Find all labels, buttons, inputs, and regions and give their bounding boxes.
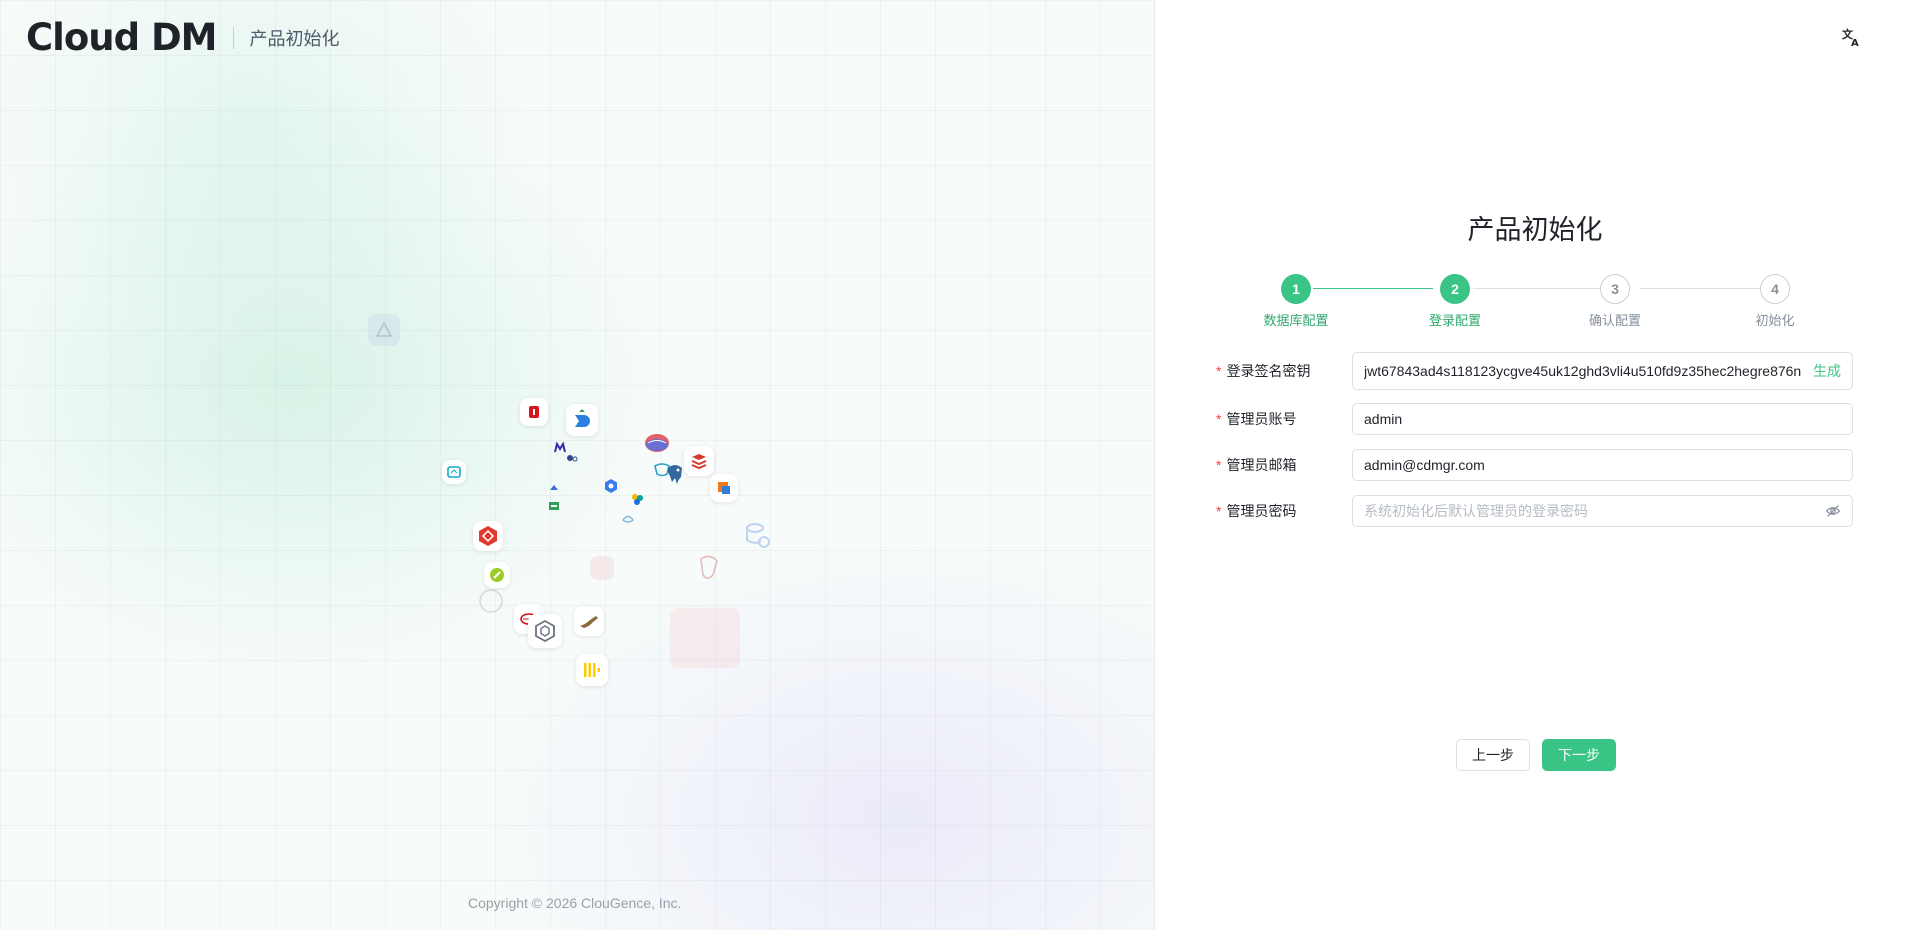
db-logo-icon (628, 490, 646, 508)
required-mark: * (1216, 457, 1222, 473)
copyright: Copyright © 2026 ClouGence, Inc. (468, 895, 682, 911)
account-label: * 管理员账号 (1216, 409, 1352, 429)
admin-email-value[interactable]: admin@cdmgr.com (1364, 457, 1841, 473)
required-mark: * (1216, 503, 1222, 519)
jwt-secret-field[interactable]: jwt67843ad4s118123ycgve45uk12ghd3vli4u51… (1352, 352, 1853, 390)
step-initialize: 4 初始化 (1725, 274, 1825, 329)
step-number: 3 (1600, 274, 1630, 304)
step-login-config: 2 登录配置 (1405, 274, 1505, 329)
password-row: * 管理员密码 系统初始化后默认管理员的登录密码 (1216, 492, 1853, 530)
db-logo-icon (710, 474, 738, 502)
db-logo-icon (618, 508, 638, 528)
db-logo-icon (546, 480, 562, 496)
step-number: 1 (1281, 274, 1311, 304)
db-logo-icon (662, 460, 688, 488)
step-label: 登录配置 (1428, 313, 1481, 328)
step-confirm-config: 3 确认配置 (1565, 274, 1665, 329)
step-label: 初始化 (1755, 313, 1795, 328)
jwt-label-text: 登录签名密钥 (1226, 363, 1311, 379)
step-database-config: 1 数据库配置 (1246, 274, 1346, 329)
eye-slash-icon[interactable] (1825, 503, 1841, 519)
step-number: 2 (1440, 274, 1470, 304)
admin-account-value[interactable]: admin (1364, 411, 1841, 427)
db-logo-icon (690, 548, 730, 588)
admin-account-input[interactable]: admin (1352, 403, 1853, 435)
db-logo-icon (564, 450, 580, 466)
jwt-secret-value[interactable]: jwt67843ad4s118123ycgve45uk12ghd3vli4u51… (1364, 363, 1803, 379)
db-logo-icon (473, 521, 503, 551)
admin-email-input[interactable]: admin@cdmgr.com (1352, 449, 1853, 481)
email-label: * 管理员邮箱 (1216, 455, 1352, 475)
db-logo-icon (546, 498, 562, 514)
db-logo-icon (640, 428, 674, 462)
next-button[interactable]: 下一步 (1542, 739, 1616, 771)
db-logo-icon (442, 460, 466, 484)
jwt-row: * 登录签名密钥 jwt67843ad4s118123ycgve45uk12ghd… (1216, 352, 1853, 390)
account-row: * 管理员账号 admin (1216, 400, 1853, 438)
generate-button[interactable]: 生成 (1813, 361, 1841, 381)
required-mark: * (1216, 411, 1222, 427)
step-number: 4 (1760, 274, 1790, 304)
admin-password-input[interactable]: 系统初始化后默认管理员的登录密码 (1352, 495, 1853, 527)
step-label: 确认配置 (1588, 313, 1641, 328)
header-subtitle: 产品初始化 (249, 29, 340, 49)
db-logo-icon (368, 314, 400, 346)
db-logo-icon (566, 404, 598, 436)
page-title: 产品初始化 (1467, 215, 1603, 245)
logo: Cloud DM 产品初始化 (26, 18, 340, 58)
step-label: 数据库配置 (1263, 313, 1329, 328)
logo-divider (232, 27, 234, 49)
db-logo-icon (590, 556, 614, 580)
svg-text:A: A (1851, 38, 1859, 48)
db-logo-icon (528, 614, 562, 648)
db-logo-icon (684, 446, 714, 476)
jwt-label: * 登录签名密钥 (1216, 361, 1352, 381)
db-logo-icon (574, 606, 604, 636)
password-label: * 管理员密码 (1216, 501, 1352, 521)
translate-icon[interactable]: 文 A (1841, 26, 1863, 48)
email-label-text: 管理员邮箱 (1226, 457, 1297, 473)
db-logo-icon (740, 518, 774, 552)
left-panel: Cloud DM 产品初始化 Copyright © 2026 ClouGenc… (0, 0, 1155, 930)
password-label-text: 管理员密码 (1226, 503, 1297, 519)
db-logo-icon (602, 477, 620, 495)
prev-button[interactable]: 上一步 (1456, 739, 1530, 771)
db-logo-icon (520, 398, 548, 426)
password-placeholder[interactable]: 系统初始化后默认管理员的登录密码 (1364, 501, 1825, 521)
account-label-text: 管理员账号 (1226, 411, 1297, 427)
required-mark: * (1216, 363, 1222, 379)
db-logo-icon (576, 654, 608, 686)
logo-text: Cloud DM (26, 16, 217, 59)
db-logo-icon (474, 584, 508, 618)
db-logo-icon (670, 608, 740, 668)
email-row: * 管理员邮箱 admin@cdmgr.com (1216, 446, 1853, 484)
